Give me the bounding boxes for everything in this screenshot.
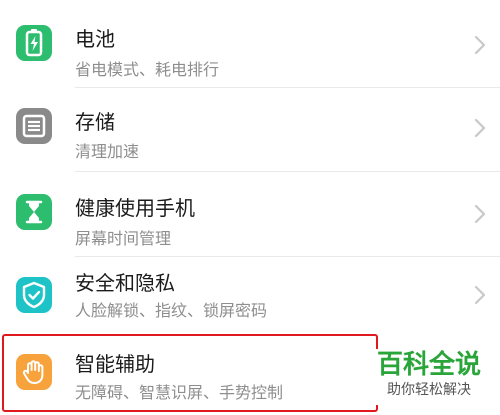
hourglass-icon <box>16 194 52 230</box>
settings-item-subtitle: 清理加速 <box>75 142 140 161</box>
chevron-right-icon <box>470 284 490 306</box>
chevron-right-icon <box>470 203 490 225</box>
chevron-right-icon <box>470 117 490 139</box>
shield-icon <box>16 277 52 313</box>
settings-item-storage[interactable]: 存储 清理加速 <box>0 88 500 170</box>
settings-item-subtitle: 屏幕时间管理 <box>75 229 172 248</box>
settings-item-title: 安全和隐私 <box>75 271 175 295</box>
settings-item-title: 电池 <box>75 27 115 51</box>
settings-item-battery[interactable]: 电池 省电模式、耗电排行 <box>0 3 500 85</box>
chevron-right-icon <box>470 34 490 56</box>
watermark: 百科全说 助你轻松解决 <box>366 349 492 405</box>
settings-item-title: 存储 <box>75 110 115 134</box>
battery-icon <box>16 25 52 61</box>
highlight-box <box>2 334 378 412</box>
settings-item-subtitle: 人脸解锁、指纹、锁屏密码 <box>75 301 268 320</box>
settings-item-title: 健康使用手机 <box>75 196 195 220</box>
watermark-title: 百科全说 <box>376 350 481 380</box>
watermark-subtitle: 助你轻松解决 <box>387 382 471 398</box>
settings-item-security-privacy[interactable]: 安全和隐私 人脸解锁、指纹、锁屏密码 <box>0 257 500 339</box>
settings-list: 电池 省电模式、耗电排行 存储 清理加速 健康使用手机 屏幕时间管理 安全和隐私… <box>0 0 500 415</box>
storage-icon <box>16 108 52 144</box>
settings-item-subtitle: 省电模式、耗电排行 <box>75 60 220 79</box>
settings-item-digital-wellbeing[interactable]: 健康使用手机 屏幕时间管理 <box>0 172 500 254</box>
